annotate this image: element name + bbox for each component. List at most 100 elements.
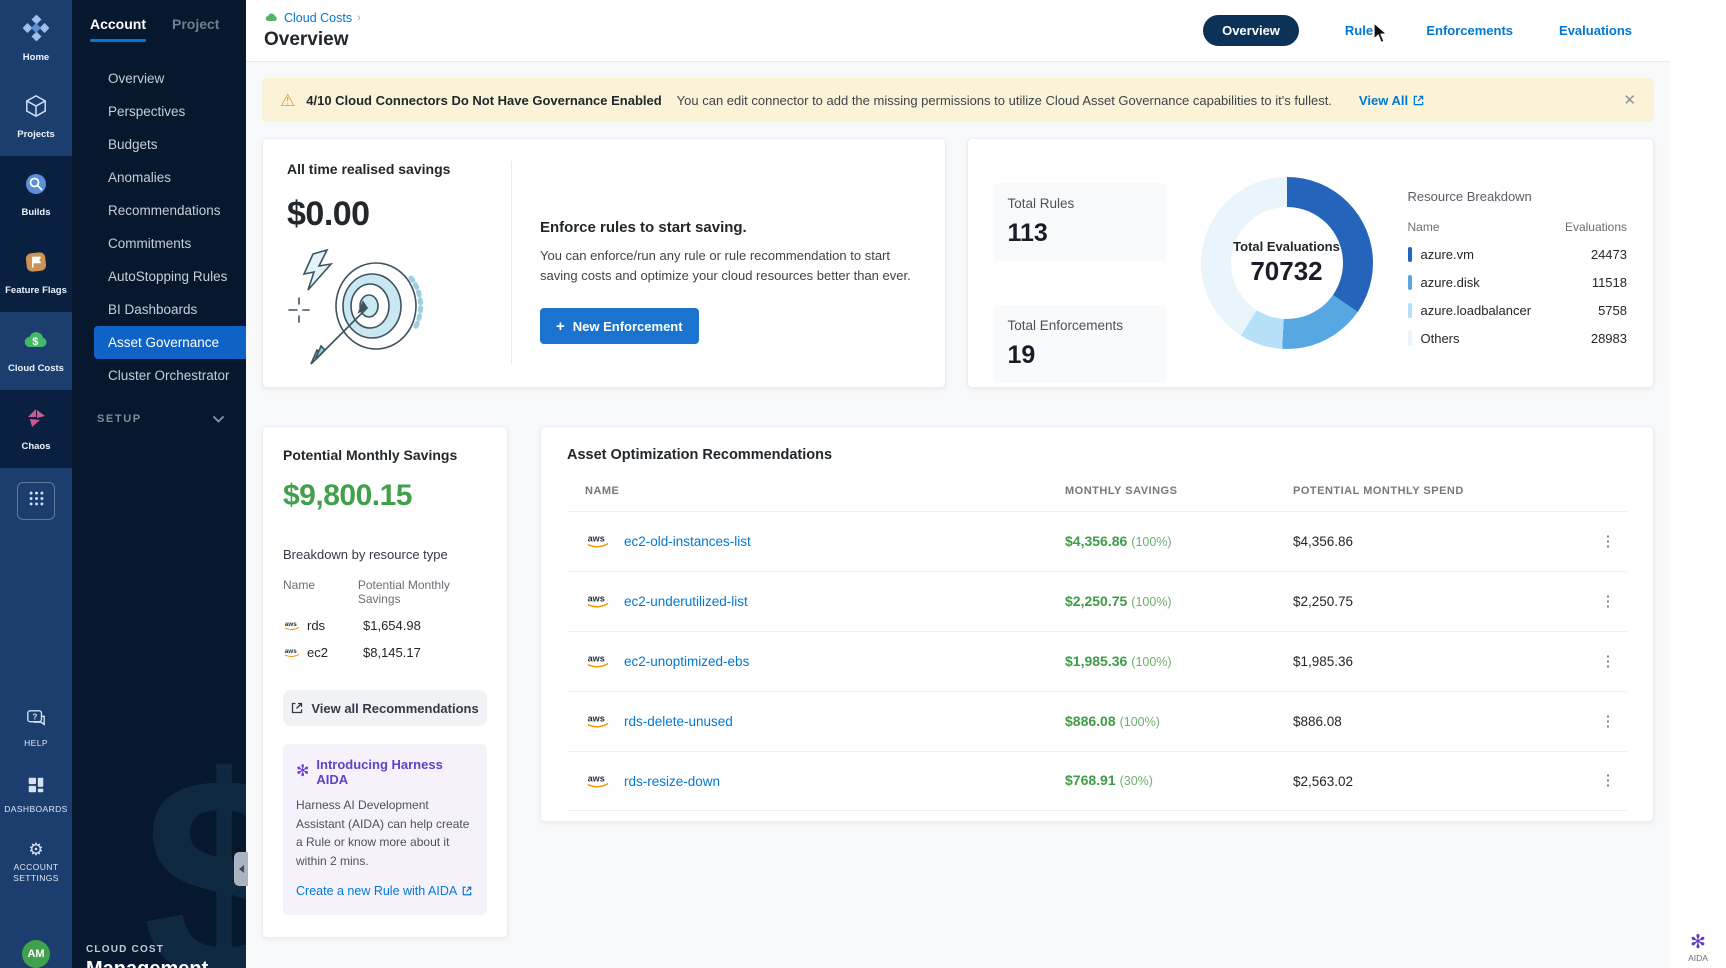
recommendation-row: awsec2-old-instances-list$4,356.86(100%)…: [567, 511, 1627, 571]
rail-item-projects[interactable]: Projects: [0, 78, 72, 156]
recommendation-link[interactable]: ec2-unoptimized-ebs: [624, 654, 749, 669]
rail-item-builds[interactable]: Builds: [0, 156, 72, 234]
svg-text:aws: aws: [588, 534, 605, 544]
recommendation-link[interactable]: rds-delete-unused: [624, 714, 733, 729]
legend-title: Resource Breakdown: [1408, 189, 1628, 204]
svg-text:aws: aws: [588, 654, 605, 664]
aida-body: Harness AI Development Assistant (AIDA) …: [296, 796, 474, 870]
potential-savings-row: awsrds$1,654.98: [283, 618, 487, 633]
rail-item-label: Projects: [15, 129, 57, 141]
build-search-icon: [24, 172, 48, 201]
module-footer: CLOUD COST Management: [86, 944, 208, 968]
aida-promo: ✻ Introducing Harness AIDA Harness AI De…: [283, 744, 487, 915]
rail-item-help[interactable]: ? HELP: [24, 709, 48, 749]
sidebar-item-autostopping-rules[interactable]: AutoStopping Rules: [72, 260, 246, 293]
recommendation-row: awsec2-underutilized-list$2,250.75(100%)…: [567, 571, 1627, 631]
breadcrumb-cloud-costs[interactable]: Cloud Costs: [284, 11, 352, 25]
tab-project[interactable]: Project: [172, 16, 219, 32]
main-area: Cloud Costs › Overview Overview Rules En…: [246, 0, 1670, 968]
module-picker-button[interactable]: [17, 482, 55, 520]
tab-overview[interactable]: Overview: [1203, 15, 1299, 46]
realised-savings-title: All time realised savings: [287, 161, 501, 177]
close-icon[interactable]: ✕: [1623, 91, 1636, 109]
gear-icon: ⚙: [28, 841, 43, 858]
legend-color-chip: [1408, 247, 1412, 262]
recommendation-link[interactable]: ec2-underutilized-list: [624, 594, 748, 609]
enforce-cta-description: You can enforce/run any rule or rule rec…: [540, 246, 921, 286]
create-rule-with-aida-link[interactable]: Create a new Rule with AIDA: [296, 884, 472, 898]
sidebar-collapse-button[interactable]: [234, 852, 248, 886]
tab-account[interactable]: Account: [90, 16, 146, 42]
rail-item-label: DASHBOARDS: [4, 804, 68, 815]
legend-color-chip: [1408, 331, 1412, 346]
view-all-recommendations-button[interactable]: View all Recommendations: [283, 690, 487, 726]
recommendations-table-card: Asset Optimization Recommendations NAME …: [540, 426, 1654, 822]
page-header: Cloud Costs › Overview Overview Rules En…: [246, 0, 1670, 62]
rail-item-label: Builds: [19, 207, 52, 219]
legend-color-chip: [1408, 303, 1412, 318]
rail-item-label: Home: [21, 52, 51, 64]
sidebar-item-cluster-orchestrator[interactable]: Cluster Orchestrator: [72, 359, 246, 392]
breadcrumb-separator: ›: [357, 12, 361, 24]
harness-home-icon: [23, 15, 49, 46]
tab-rules[interactable]: Rules: [1345, 23, 1380, 38]
row-menu-button[interactable]: ⋮: [1601, 713, 1616, 730]
rail-item-label: HELP: [24, 738, 48, 749]
svg-text:aws: aws: [588, 714, 605, 724]
recommendation-link[interactable]: rds-resize-down: [624, 774, 720, 789]
sidebar-item-anomalies[interactable]: Anomalies: [72, 161, 246, 194]
aida-title: Introducing Harness AIDA: [316, 757, 474, 787]
rail-item-label: ACCOUNT SETTINGS: [7, 862, 65, 884]
svg-text:$: $: [32, 336, 38, 348]
aida-fab-button[interactable]: ✻ AIDA: [1688, 933, 1708, 963]
page-title: Overview: [264, 29, 361, 51]
sidebar-item-bi-dashboards[interactable]: BI Dashboards: [72, 293, 246, 326]
help-chat-icon: ?: [25, 709, 47, 734]
potential-savings-amount: $9,800.15: [283, 479, 487, 513]
recommendation-link[interactable]: ec2-old-instances-list: [624, 534, 751, 549]
row-menu-button[interactable]: ⋮: [1601, 772, 1616, 789]
breadcrumb: Cloud Costs ›: [264, 11, 361, 26]
right-gutter: ✻ AIDA: [1670, 0, 1726, 968]
new-enforcement-button[interactable]: + New Enforcement: [540, 308, 699, 344]
view-all-link[interactable]: View All: [1359, 93, 1424, 108]
sidebar-item-asset-governance[interactable]: Asset Governance: [94, 326, 246, 359]
sidebar-item-perspectives[interactable]: Perspectives: [72, 95, 246, 128]
user-avatar[interactable]: AM: [22, 940, 50, 968]
rail-item-chaos[interactable]: Chaos: [0, 390, 72, 468]
tab-evaluations[interactable]: Evaluations: [1559, 23, 1632, 38]
row-menu-button[interactable]: ⋮: [1601, 593, 1616, 610]
sidebar-item-setup[interactable]: SETUP: [72, 410, 246, 428]
rail-item-feature-flags[interactable]: Feature Flags: [0, 234, 72, 312]
row-menu-button[interactable]: ⋮: [1601, 653, 1616, 670]
cloud-costs-sidebar: Account Project OverviewPerspectivesBudg…: [72, 0, 246, 968]
aws-icon: aws: [585, 593, 611, 610]
governance-warning-banner: ⚠ 4/10 Cloud Connectors Do Not Have Gove…: [262, 78, 1654, 122]
rail-item-home[interactable]: Home: [0, 0, 72, 78]
module-rail: Home Projects Builds Feature Flags $: [0, 0, 72, 968]
sidebar-item-commitments[interactable]: Commitments: [72, 227, 246, 260]
banner-title: 4/10 Cloud Connectors Do Not Have Govern…: [306, 93, 661, 108]
recommendation-row: awsrds-resize-down$768.91(30%)$2,563.02⋮: [567, 751, 1627, 811]
row-menu-button[interactable]: ⋮: [1601, 533, 1616, 550]
legend-color-chip: [1408, 275, 1412, 290]
legend-row: Others28983: [1408, 331, 1628, 346]
target-illustration: [281, 248, 501, 371]
grid-icon: [28, 490, 45, 512]
sidebar-item-budgets[interactable]: Budgets: [72, 128, 246, 161]
aws-icon: aws: [585, 713, 611, 730]
rail-item-cloud-costs[interactable]: $ Cloud Costs: [0, 312, 72, 390]
rail-item-dashboards[interactable]: DASHBOARDS: [4, 775, 68, 815]
rail-item-label: Chaos: [19, 441, 52, 453]
sidebar-item-recommendations[interactable]: Recommendations: [72, 194, 246, 227]
sidebar-item-overview[interactable]: Overview: [72, 62, 246, 95]
legend-row: azure.loadbalancer5758: [1408, 303, 1628, 318]
resource-breakdown-legend: Resource Breakdown Name Evaluations azur…: [1408, 163, 1628, 363]
external-link-icon: [1413, 95, 1424, 106]
svg-text:aws: aws: [588, 773, 605, 783]
rail-item-account-settings[interactable]: ⚙ ACCOUNT SETTINGS: [7, 841, 65, 884]
tab-enforcements[interactable]: Enforcements: [1426, 23, 1513, 38]
enforce-cta-heading: Enforce rules to start saving.: [540, 219, 921, 236]
legend-row: azure.vm24473: [1408, 247, 1628, 262]
sidebar-menu: OverviewPerspectivesBudgetsAnomaliesReco…: [72, 62, 246, 392]
